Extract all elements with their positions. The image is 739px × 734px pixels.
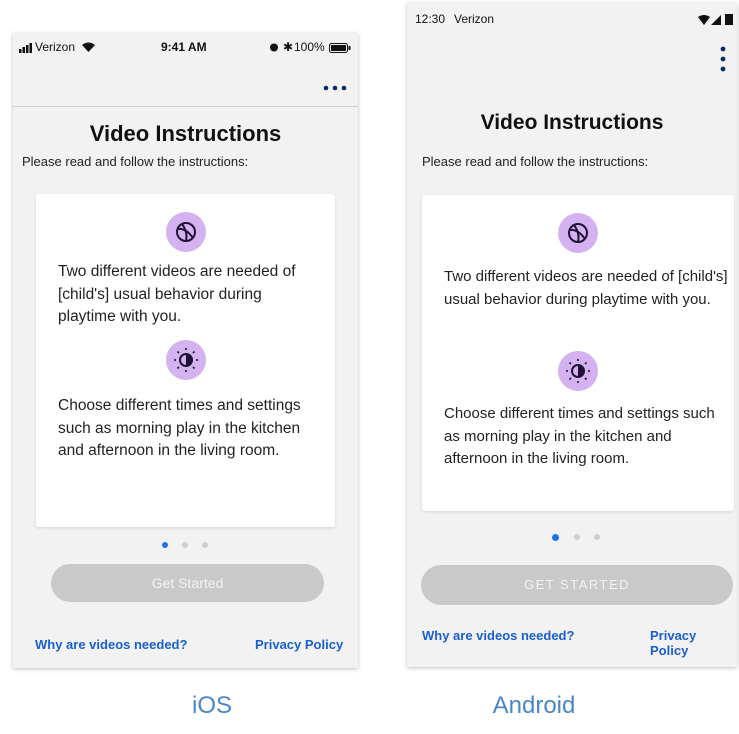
android-phone-screen: 12:30 Verizon Video Instructions Please …	[407, 3, 737, 667]
carrier-label: Verizon	[35, 40, 76, 54]
instruction-text: Two different videos are needed of [chil…	[444, 268, 728, 308]
instructions-subtitle: Please read and follow the instructions:	[22, 154, 249, 169]
page-dot[interactable]	[594, 534, 600, 540]
instructions-subtitle: Please read and follow the instructions:	[422, 154, 649, 169]
instruction-text: Choose different times and settings such…	[58, 397, 301, 459]
sun-moon-icon	[166, 340, 206, 380]
ball-icon	[166, 212, 206, 252]
ios-status-bar: Verizon 9:41 AM ✱ 100%	[13, 39, 358, 57]
bluetooth-icon: ✱	[283, 40, 294, 54]
battery-percent: 100%	[294, 40, 325, 54]
get-started-button[interactable]: GET STARTED	[421, 565, 733, 605]
page-title: Video Instructions	[89, 121, 282, 146]
wifi-icon	[82, 41, 95, 55]
battery-icon	[329, 42, 351, 56]
get-started-button[interactable]: Get Started	[51, 564, 324, 602]
alarm-icon	[269, 41, 279, 55]
ios-nav-bar	[13, 58, 358, 107]
why-videos-link[interactable]: Why are videos needed?	[35, 637, 187, 652]
page-title: Video Instructions	[480, 111, 664, 134]
cell-signal-icon	[711, 14, 721, 28]
wifi-icon	[698, 14, 710, 28]
clock-label: 12:30	[415, 12, 446, 26]
instructions-card: Two different videos are needed of [chil…	[36, 194, 335, 527]
why-videos-link[interactable]: Why are videos needed?	[422, 628, 574, 643]
clock-label: 9:41 AM	[161, 40, 207, 54]
carrier-label: Verizon	[454, 12, 495, 26]
more-vertical-icon[interactable]	[720, 46, 726, 77]
page-dot-active[interactable]	[552, 534, 559, 541]
android-caption: Android	[492, 692, 576, 719]
privacy-policy-link[interactable]: Privacy Policy	[255, 637, 343, 652]
ball-icon	[558, 213, 598, 253]
privacy-policy-link[interactable]: Privacy Policy	[650, 628, 737, 658]
instructions-card: Two different videos are needed of [chil…	[422, 195, 734, 511]
page-dot-active[interactable]	[162, 542, 168, 548]
android-status-bar: 12:30 Verizon	[407, 11, 737, 29]
instruction-text: Two different videos are needed of [chil…	[58, 263, 296, 325]
sun-moon-icon	[558, 351, 598, 391]
page-dot[interactable]	[574, 534, 580, 540]
signal-icon	[19, 42, 33, 56]
instruction-text: Choose different times and settings such…	[444, 405, 715, 467]
page-dot[interactable]	[202, 542, 208, 548]
battery-icon	[725, 13, 733, 28]
ios-caption: iOS	[191, 692, 232, 719]
ios-phone-screen: Verizon 9:41 AM ✱ 100% Video Instruction…	[13, 33, 358, 668]
more-horizontal-icon[interactable]	[323, 78, 347, 96]
page-dot[interactable]	[182, 542, 188, 548]
